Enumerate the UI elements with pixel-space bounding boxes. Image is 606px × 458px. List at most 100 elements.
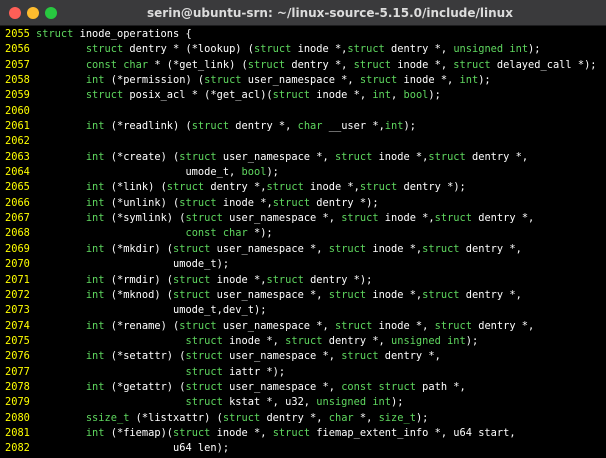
text-token: dentry *, — [322, 334, 392, 347]
keyword-token: struct — [341, 212, 379, 225]
code-line: 2069 int (*mkdir) (struct user_namespace… — [0, 242, 606, 257]
code-line: 2080 ssize_t (*listxattr) (struct dentry… — [0, 411, 606, 426]
keyword-token: char — [328, 411, 354, 424]
close-window-button[interactable] — [9, 7, 21, 19]
text-token: dentry *); — [397, 181, 466, 194]
text-token: inode *, — [210, 273, 267, 286]
text-token: user_namespace *, — [222, 380, 342, 393]
line-number: 2065 — [5, 181, 30, 194]
keyword-token: int — [384, 120, 404, 133]
maximize-window-button[interactable] — [45, 7, 57, 19]
keyword-token: struct — [347, 43, 385, 56]
code-line: 2068 const char *); — [0, 226, 606, 241]
keyword-token: struct — [85, 89, 124, 102]
keyword-token: struct — [422, 242, 460, 255]
minimize-window-button[interactable] — [27, 7, 39, 19]
line-number: 2081 — [5, 426, 30, 439]
keyword-token: struct — [185, 334, 223, 347]
keyword-token: struct — [185, 365, 223, 378]
text-token: dentry *, — [285, 58, 354, 71]
keyword-token: int — [372, 89, 392, 102]
keyword-token: struct — [353, 58, 392, 71]
keyword-token: size_t — [378, 411, 416, 424]
line-number: 2055 — [5, 28, 30, 40]
text-token: (*listxattr) ( — [129, 411, 223, 424]
code-line: 2061 int (*readlink) (struct dentry *, c… — [0, 119, 606, 134]
keyword-token: char — [297, 120, 323, 133]
text-token: dentry *, — [459, 242, 522, 255]
code-line: 2070 umode_t); — [0, 257, 606, 272]
code-text: int (*setattr) (struct user_namespace *,… — [36, 349, 441, 364]
code-text: umode_t, bool); — [36, 165, 278, 180]
text-token: inode *, — [222, 334, 286, 347]
text-token: umode_t, — [36, 166, 242, 179]
line-number: 2068 — [5, 227, 30, 240]
keyword-token: struct — [285, 334, 323, 347]
keyword-token: struct — [422, 288, 460, 301]
text-token: inode *, — [216, 196, 273, 209]
text-token: user_namespace *, — [222, 350, 342, 363]
text-token: user_namespace *, — [241, 74, 360, 87]
text-token: (*permission) ( — [104, 74, 205, 87]
text-token: dentry *, — [378, 350, 441, 363]
text-token: inode *, — [366, 288, 423, 301]
text-token: ); — [391, 396, 404, 409]
text-token: dentry *, — [384, 43, 454, 56]
text-token: dentry *, — [465, 150, 529, 163]
keyword-token: struct — [341, 350, 379, 363]
code-text: int (*getattr) (struct user_namespace *,… — [36, 380, 466, 395]
keyword-token: int — [85, 319, 105, 332]
terminal-content[interactable]: 2055 struct inode_operations {2056 struct… — [0, 27, 606, 458]
keyword-token: struct — [334, 319, 373, 332]
text-token: ); — [465, 334, 479, 347]
line-number: 2078 — [5, 380, 30, 393]
keyword-token: struct — [185, 396, 223, 409]
code-text: struct inode *, struct dentry *, unsigne… — [36, 334, 478, 349]
line-number: 2061 — [5, 120, 30, 133]
text-token: dentry *, — [229, 120, 298, 133]
keyword-token: int — [85, 150, 105, 163]
text-token: inode *, — [391, 58, 454, 71]
line-number: 2076 — [5, 350, 30, 363]
keyword-token: struct — [428, 150, 466, 163]
code-text: struct kstat *, u32, unsigned int); — [36, 395, 403, 410]
code-line: 2078 int (*getattr) (struct user_namespa… — [0, 380, 606, 395]
keyword-token: struct — [272, 426, 311, 439]
code-line: 2074 int (*rename) (struct user_namespac… — [0, 319, 606, 334]
text-token: fiemap_extent_info *, u64 start, — [310, 426, 516, 439]
keyword-token: bool — [403, 89, 429, 102]
keyword-token: struct — [185, 380, 223, 393]
keyword-token: struct — [173, 288, 211, 301]
code-text: umode_t); — [36, 257, 229, 272]
keyword-token: struct — [173, 273, 211, 286]
text-token: (*rmdir) ( — [104, 273, 174, 286]
line-number: 2057 — [5, 58, 30, 71]
code-text: const char *); — [36, 226, 272, 241]
title-bar[interactable]: serin@ubuntu-srn: ~/linux-source-5.15.0/… — [0, 0, 606, 26]
keyword-token: bool — [241, 166, 267, 179]
keyword-token: int — [85, 350, 105, 363]
code-line: 2071 int (*rmdir) (struct inode *,struct… — [0, 273, 606, 288]
keyword-token: struct — [185, 212, 223, 225]
text-token: user_namespace *, — [216, 150, 335, 163]
text-token: (*mkdir) ( — [104, 242, 174, 255]
text-token: , — [391, 89, 404, 102]
text-token: (*getattr) ( — [104, 380, 186, 393]
code-line: 2063 int (*create) (struct user_namespac… — [0, 150, 606, 165]
keyword-token: ssize_t — [85, 411, 130, 424]
text-token: u64 len); — [36, 442, 230, 455]
text-token: ); — [415, 411, 429, 424]
keyword-token: struct — [434, 212, 472, 225]
text-token: (*symlink) ( — [104, 212, 186, 225]
keyword-token: int — [459, 74, 479, 87]
